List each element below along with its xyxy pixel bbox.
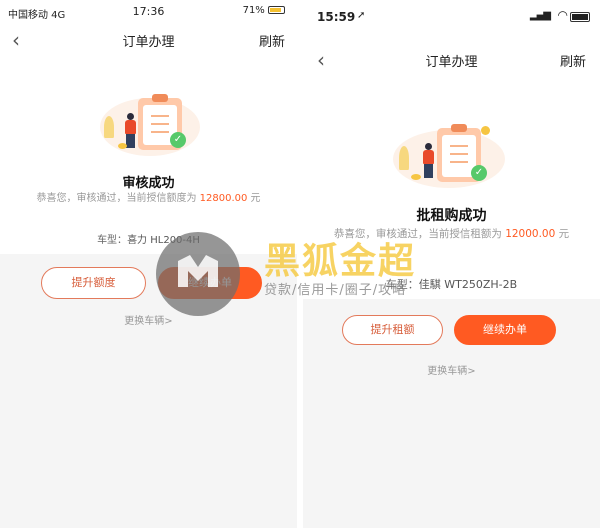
- signal-icon: ▂▄▆: [529, 10, 551, 21]
- refresh-button[interactable]: 刷新: [560, 51, 586, 70]
- credit-amount: 12800.00: [199, 193, 248, 204]
- continue-order-button[interactable]: 继续办单: [454, 315, 556, 345]
- refresh-button[interactable]: 刷新: [259, 31, 285, 50]
- fox-logo-icon: [178, 255, 218, 287]
- status-time: 15:59: [317, 10, 356, 24]
- status-bar: 15:59 ➚ ▂▄▆ ◠: [303, 0, 600, 30]
- success-illustration: ✓: [385, 118, 515, 190]
- battery-percent: 71%: [242, 5, 265, 16]
- battery-icon: [268, 6, 285, 14]
- status-bar: 中国移动 4G 17:36 71%: [0, 0, 297, 22]
- checkmark-icon: ✓: [170, 132, 186, 148]
- raise-limit-button[interactable]: 提升租额: [342, 315, 443, 345]
- car-model-value: 佳騏 WT250ZH-2B: [418, 278, 518, 291]
- nav-bar: ‹ 订单办理 刷新: [303, 45, 600, 75]
- wifi-icon: ◠: [557, 8, 568, 22]
- success-illustration: ✓: [90, 88, 210, 158]
- location-icon: ➚: [357, 10, 366, 21]
- battery-indicator: 71%: [243, 5, 285, 16]
- page-title: 订单办理: [122, 35, 175, 50]
- left-screen: 中国移动 4G 17:36 71% ‹ 订单办理 刷新 ✓ 审核成功 恭喜您，审…: [0, 0, 297, 528]
- change-car-link[interactable]: 更换车辆>: [0, 312, 297, 327]
- car-model: 车型：喜力 HL200-4H: [97, 235, 200, 246]
- result-description: 恭喜您，审核通过，当前授信额度为 12800.00 元: [36, 193, 261, 204]
- result-title: 批租购成功: [416, 208, 487, 224]
- credit-amount: 12000.00: [505, 228, 556, 240]
- watermark-tagline: 贷款/信用卡/圈子/攻略: [264, 283, 407, 298]
- change-car-link[interactable]: 更换车辆>: [303, 362, 600, 377]
- checkmark-icon: ✓: [471, 165, 487, 181]
- raise-limit-button[interactable]: 提升额度: [41, 267, 146, 299]
- nav-bar: ‹ 订单办理 刷新: [0, 25, 297, 55]
- watermark-brand: 黑狐金超: [264, 241, 417, 282]
- page-title: 订单办理: [425, 55, 478, 70]
- battery-icon: [570, 12, 590, 22]
